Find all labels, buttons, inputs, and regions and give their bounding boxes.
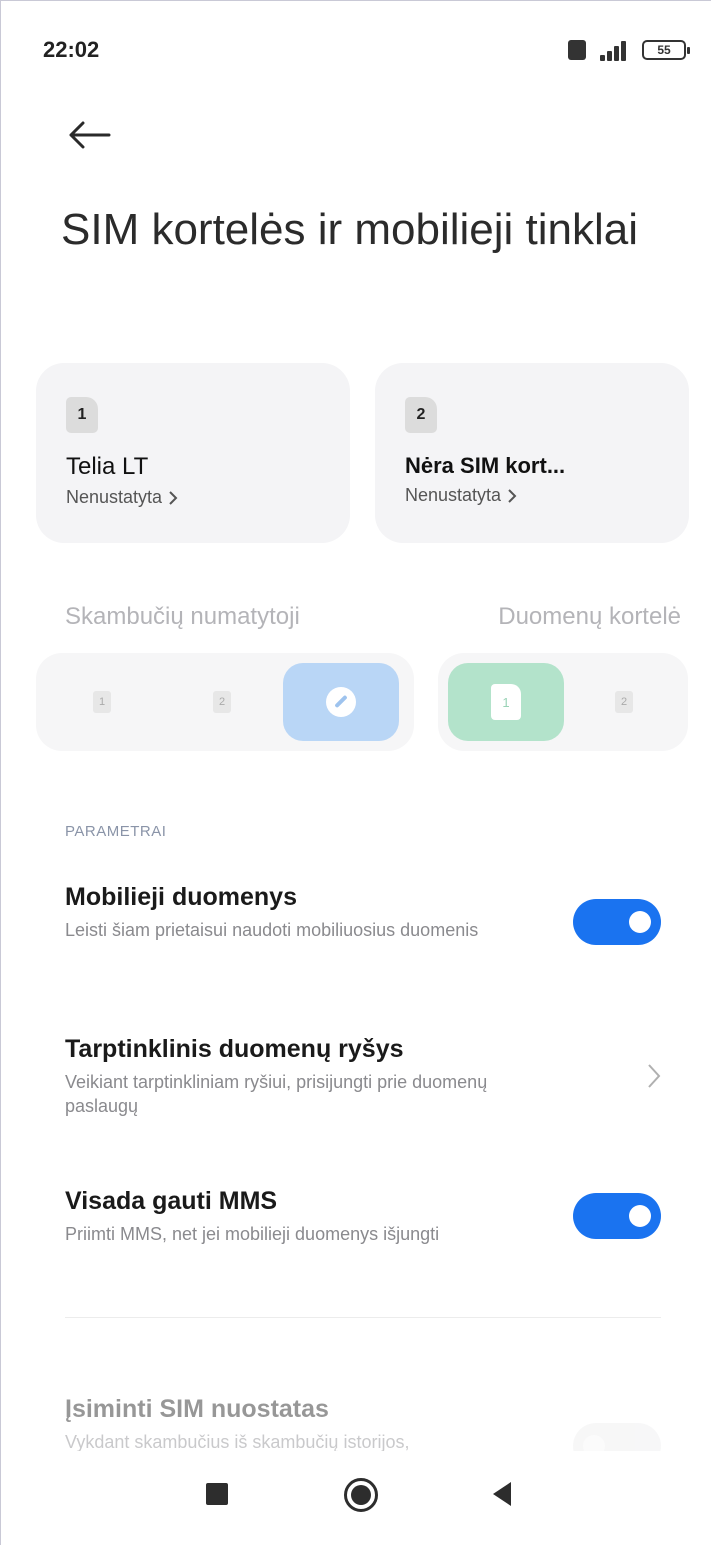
- page-title: SIM kortelės ir mobilieji tinklai: [61, 205, 639, 254]
- calls-default-label: Skambučių numatytoji: [65, 603, 300, 630]
- setting-roaming[interactable]: Tarptinklinis duomenų ryšys Veikiant tar…: [65, 1035, 665, 1118]
- chevron-right-icon: [169, 490, 178, 505]
- sim-status: Nenustatyta: [66, 487, 320, 508]
- setting-subtitle: Priimti MMS, net jei mobilieji duomenys …: [65, 1224, 440, 1244]
- square-icon[interactable]: [206, 1483, 228, 1505]
- sim-name: Telia LT: [66, 453, 149, 480]
- calls-option-ask[interactable]: [283, 663, 399, 741]
- sim-icon: 2: [615, 691, 633, 713]
- setting-subtitle: Leisti šiam prietaisui naudoti mobiliuos…: [65, 920, 479, 940]
- data-card-label: Duomenų kortelė: [498, 603, 681, 630]
- setting-title: Tarptinklinis duomenų ryšys: [65, 1035, 404, 1063]
- data-option-sim1[interactable]: 1: [448, 663, 564, 741]
- data-card-selector: 1 2: [438, 653, 688, 751]
- setting-title: Įsiminti SIM nuostatas: [65, 1395, 329, 1423]
- status-time: 22:02: [43, 37, 100, 62]
- setting-subtitle: Veikiant tarptinkliniam ryšiui, prisijun…: [65, 1072, 488, 1116]
- battery-icon: 55: [642, 40, 690, 60]
- chevron-right-icon: [508, 488, 517, 503]
- sim-icon: 2: [213, 691, 231, 713]
- signal-icon: [596, 39, 632, 61]
- back-button[interactable]: [61, 107, 117, 163]
- navigation-bar: [1, 1451, 711, 1545]
- sim-status: Nenustatyta: [405, 485, 659, 506]
- calls-default-selector: 1 2: [36, 653, 414, 751]
- sim-card-1[interactable]: 1 Telia LT Nenustatyta: [36, 363, 350, 543]
- sim-card-icon: [568, 40, 586, 60]
- calls-option-sim1[interactable]: 1: [56, 663, 148, 741]
- arrow-left-icon: [69, 121, 111, 149]
- section-header: PARAMETRAI: [65, 823, 167, 840]
- sim-card-2[interactable]: 2 Nėra SIM kort... Nenustatyta: [375, 363, 689, 543]
- triangle-left-icon[interactable]: [493, 1482, 511, 1506]
- sim-icon: 1: [491, 684, 521, 720]
- circle-icon[interactable]: [344, 1478, 378, 1512]
- data-option-sim2[interactable]: 2: [578, 663, 670, 741]
- status-icons: 55: [568, 39, 690, 61]
- toggle-knob: [629, 911, 651, 933]
- status-bar: 22:02 55: [1, 1, 711, 97]
- calls-option-sim2[interactable]: 2: [176, 663, 268, 741]
- ask-every-time-icon: [326, 687, 356, 717]
- sim-status-label: Nenustatyta: [405, 485, 502, 505]
- chevron-right-icon: [648, 1064, 661, 1088]
- sim-slot-icon: 1: [66, 397, 98, 433]
- mobile-data-toggle[interactable]: [573, 899, 661, 945]
- setting-title: Mobilieji duomenys: [65, 883, 297, 911]
- sim-name: Nėra SIM kort...: [405, 453, 566, 478]
- sim-status-label: Nenustatyta: [66, 487, 163, 507]
- home-dot: [351, 1485, 371, 1505]
- sim-icon: 1: [93, 691, 111, 713]
- always-mms-toggle[interactable]: [573, 1193, 661, 1239]
- divider: [65, 1317, 661, 1318]
- toggle-knob: [629, 1205, 651, 1227]
- sim-slot-icon: 2: [405, 397, 437, 433]
